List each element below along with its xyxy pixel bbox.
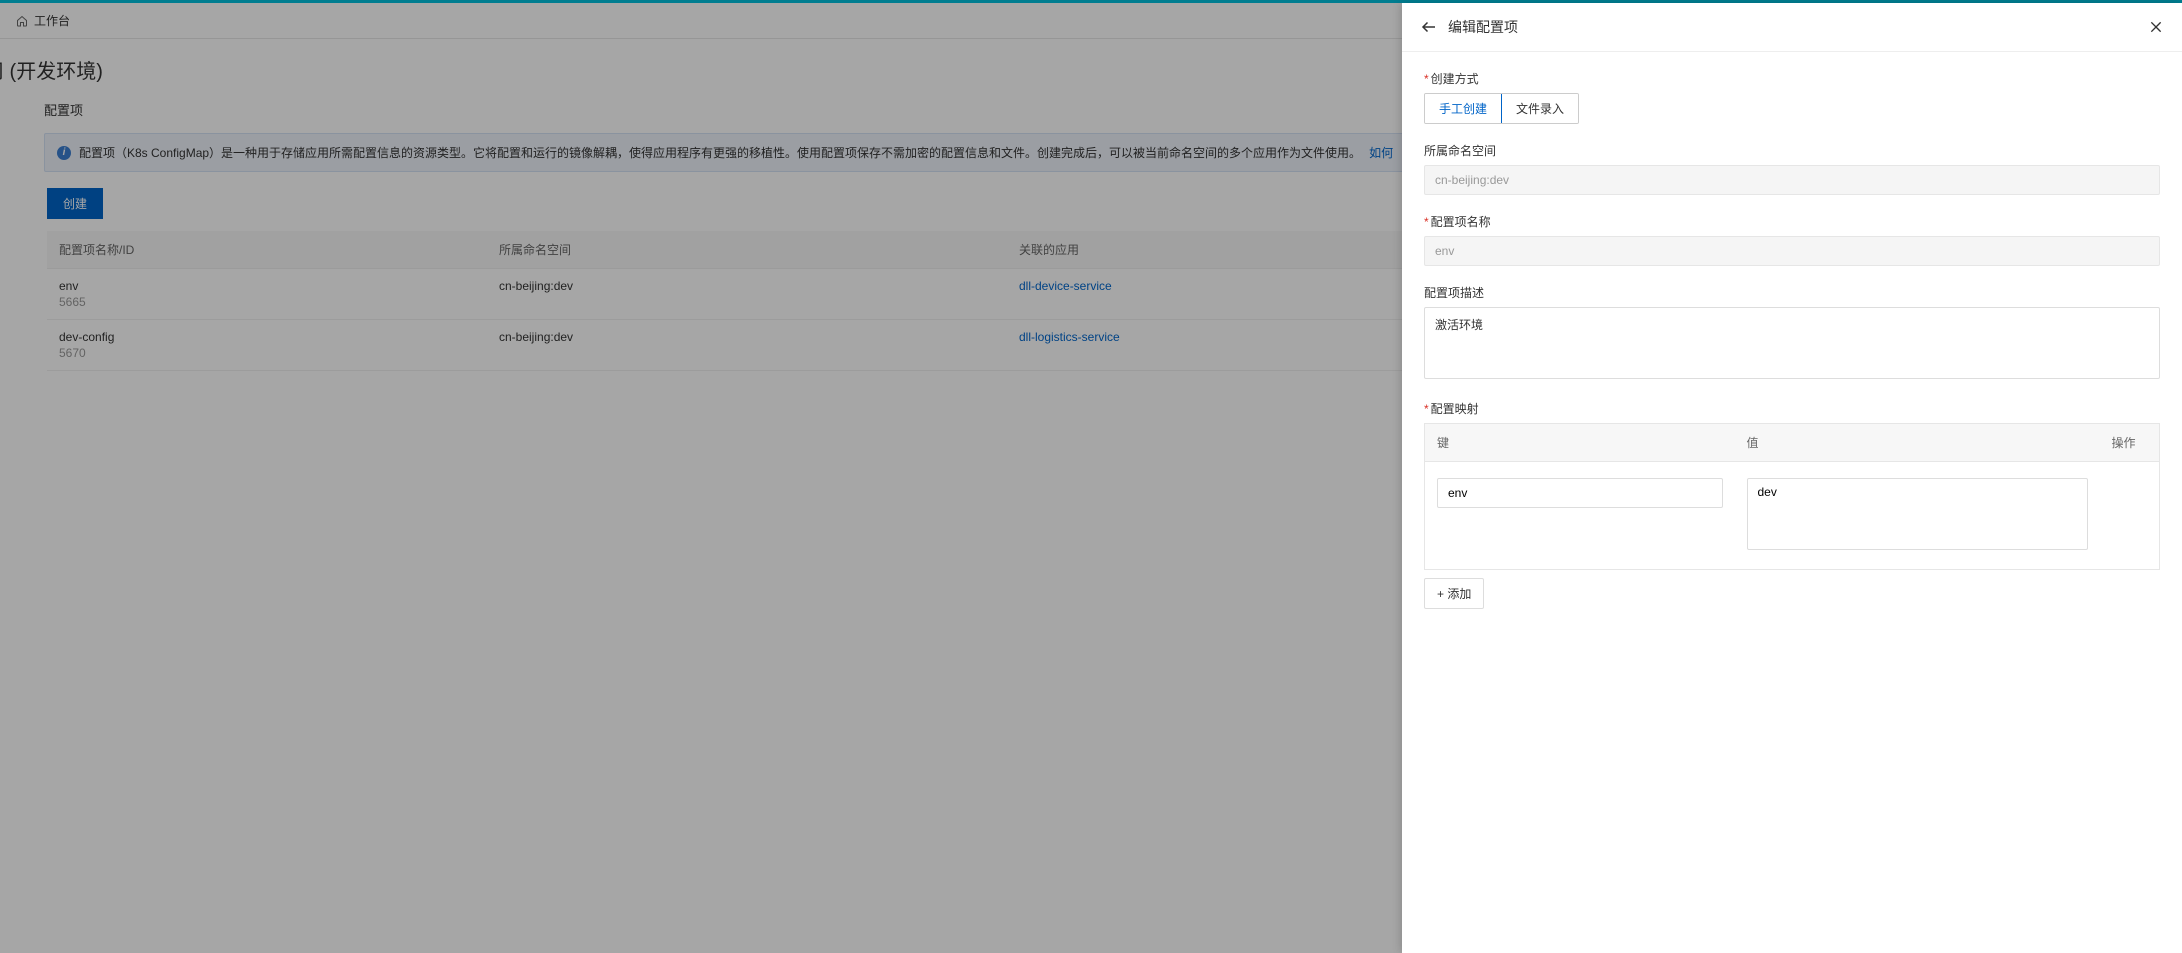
mode-manual-button[interactable]: 手工创建 xyxy=(1424,93,1502,124)
label-config-name: *配置项名称 xyxy=(1424,213,2160,230)
config-name-field xyxy=(1424,236,2160,266)
label-config-map: *配置映射 xyxy=(1424,400,2160,417)
namespace-field xyxy=(1424,165,2160,195)
drawer-edit-config: 编辑配置项 *创建方式 手工创建 文件录入 所属命名空间 *配置项名称 配置项描… xyxy=(1402,3,2182,953)
map-col-key: 键 xyxy=(1425,424,1735,462)
label-namespace: 所属命名空间 xyxy=(1424,142,2160,159)
drawer-title: 编辑配置项 xyxy=(1448,17,2138,37)
back-icon[interactable] xyxy=(1420,18,1438,36)
config-desc-field[interactable] xyxy=(1424,307,2160,379)
map-row xyxy=(1425,462,2160,570)
drawer-body: *创建方式 手工创建 文件录入 所属命名空间 *配置项名称 配置项描述 *配置映… xyxy=(1402,52,2182,953)
map-col-action: 操作 xyxy=(2100,424,2160,462)
label-create-mode: *创建方式 xyxy=(1424,70,2160,87)
label-config-desc: 配置项描述 xyxy=(1424,284,2160,301)
create-mode-toggle: 手工创建 文件录入 xyxy=(1424,93,1579,124)
mode-file-button[interactable]: 文件录入 xyxy=(1501,94,1578,123)
map-action-cell xyxy=(2100,462,2160,570)
map-key-input[interactable] xyxy=(1437,478,1723,508)
add-mapping-button[interactable]: + 添加 xyxy=(1424,578,1484,609)
config-map-table: 键 值 操作 xyxy=(1424,423,2160,570)
map-col-value: 值 xyxy=(1735,424,2100,462)
map-value-input[interactable] xyxy=(1747,478,2088,550)
drawer-header: 编辑配置项 xyxy=(1402,3,2182,52)
close-icon[interactable] xyxy=(2148,19,2164,35)
